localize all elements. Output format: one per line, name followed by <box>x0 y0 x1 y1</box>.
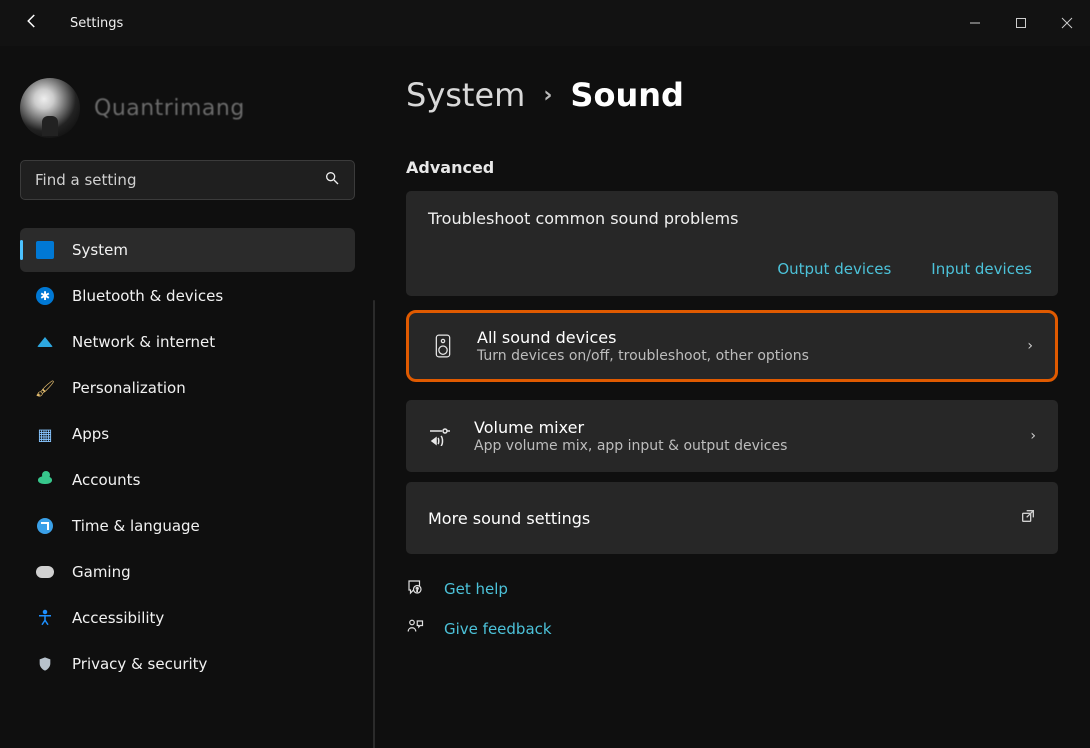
section-header-advanced: Advanced <box>406 158 1058 177</box>
row-subtitle: Turn devices on/off, troubleshoot, other… <box>477 348 809 364</box>
troubleshoot-title: Troubleshoot common sound problems <box>428 209 1036 228</box>
sidebar-scrollbar[interactable] <box>373 300 375 748</box>
sidebar-item-gaming[interactable]: Gaming <box>20 550 355 594</box>
accounts-icon <box>36 471 54 489</box>
bluetooth-icon: ✱ <box>36 287 54 305</box>
chevron-right-icon: › <box>1027 338 1033 354</box>
sidebar-item-label: Bluetooth & devices <box>72 287 223 305</box>
sidebar-item-accessibility[interactable]: Accessibility <box>20 596 355 640</box>
help-links: ? Get help Give feedback <box>406 578 1058 640</box>
apps-icon: ▦ <box>36 425 54 443</box>
clock-icon <box>36 517 54 535</box>
sidebar-item-privacy[interactable]: Privacy & security <box>20 642 355 686</box>
sidebar-item-label: Network & internet <box>72 333 215 351</box>
sidebar-item-label: Personalization <box>72 379 186 397</box>
watermark-text: Quantrimang <box>94 96 245 121</box>
app-title: Settings <box>70 16 123 31</box>
sidebar-item-label: Accessibility <box>72 609 164 627</box>
brush-icon: 🖌 <box>36 379 54 397</box>
sidebar-item-label: Apps <box>72 425 109 443</box>
breadcrumb: System › Sound <box>406 76 1058 114</box>
external-link-icon <box>1020 508 1036 528</box>
link-label: Get help <box>444 580 508 598</box>
sidebar-item-label: Gaming <box>72 563 131 581</box>
all-sound-devices-row[interactable]: All sound devices Turn devices on/off, t… <box>406 310 1058 382</box>
row-title: Volume mixer <box>474 418 787 437</box>
sidebar-item-label: Accounts <box>72 471 140 489</box>
svg-text:?: ? <box>416 588 419 594</box>
sidebar-item-apps[interactable]: ▦ Apps <box>20 412 355 456</box>
row-subtitle: App volume mix, app input & output devic… <box>474 438 787 454</box>
input-devices-link[interactable]: Input devices <box>931 260 1032 278</box>
chevron-right-icon: › <box>543 83 552 108</box>
sidebar-item-label: Privacy & security <box>72 655 207 673</box>
sidebar-item-accounts[interactable]: Accounts <box>20 458 355 502</box>
link-label: Give feedback <box>444 620 552 638</box>
shield-icon <box>36 655 54 673</box>
mixer-icon <box>428 424 452 448</box>
search-input[interactable]: Find a setting <box>20 160 355 200</box>
sidebar-item-system[interactable]: System <box>20 228 355 272</box>
back-button[interactable] <box>22 12 42 34</box>
speaker-icon <box>431 334 455 358</box>
wifi-icon <box>36 333 54 351</box>
give-feedback-link[interactable]: Give feedback <box>406 618 1058 640</box>
breadcrumb-parent[interactable]: System <box>406 76 525 114</box>
row-title: All sound devices <box>477 328 809 347</box>
main-content: System › Sound Advanced Troubleshoot com… <box>376 46 1090 748</box>
minimize-button[interactable] <box>952 7 998 39</box>
accessibility-icon <box>36 609 54 627</box>
avatar <box>20 78 80 138</box>
sidebar-item-time[interactable]: Time & language <box>20 504 355 548</box>
profile-block[interactable]: Quantrimang <box>20 78 375 138</box>
sidebar-item-label: System <box>72 241 128 259</box>
chevron-right-icon: › <box>1030 428 1036 444</box>
volume-mixer-row[interactable]: Volume mixer App volume mix, app input &… <box>406 400 1058 472</box>
window-controls <box>952 7 1090 39</box>
nav: System ✱ Bluetooth & devices Network & i… <box>20 228 375 686</box>
sidebar: Quantrimang Find a setting System ✱ Blue… <box>0 46 376 748</box>
row-title: More sound settings <box>428 509 590 528</box>
troubleshoot-card: Troubleshoot common sound problems Outpu… <box>406 191 1058 296</box>
system-icon <box>36 241 54 259</box>
search-placeholder: Find a setting <box>35 171 324 189</box>
close-button[interactable] <box>1044 7 1090 39</box>
gamepad-icon <box>36 563 54 581</box>
help-icon: ? <box>406 578 426 600</box>
get-help-link[interactable]: ? Get help <box>406 578 1058 600</box>
feedback-icon <box>406 618 426 640</box>
sidebar-item-network[interactable]: Network & internet <box>20 320 355 364</box>
search-icon <box>324 170 340 190</box>
output-devices-link[interactable]: Output devices <box>777 260 891 278</box>
more-sound-settings-row[interactable]: More sound settings <box>406 482 1058 554</box>
sidebar-item-personalization[interactable]: 🖌 Personalization <box>20 366 355 410</box>
breadcrumb-current: Sound <box>570 76 684 114</box>
sidebar-item-label: Time & language <box>72 517 200 535</box>
maximize-button[interactable] <box>998 7 1044 39</box>
sidebar-item-bluetooth[interactable]: ✱ Bluetooth & devices <box>20 274 355 318</box>
titlebar: Settings <box>0 0 1090 46</box>
